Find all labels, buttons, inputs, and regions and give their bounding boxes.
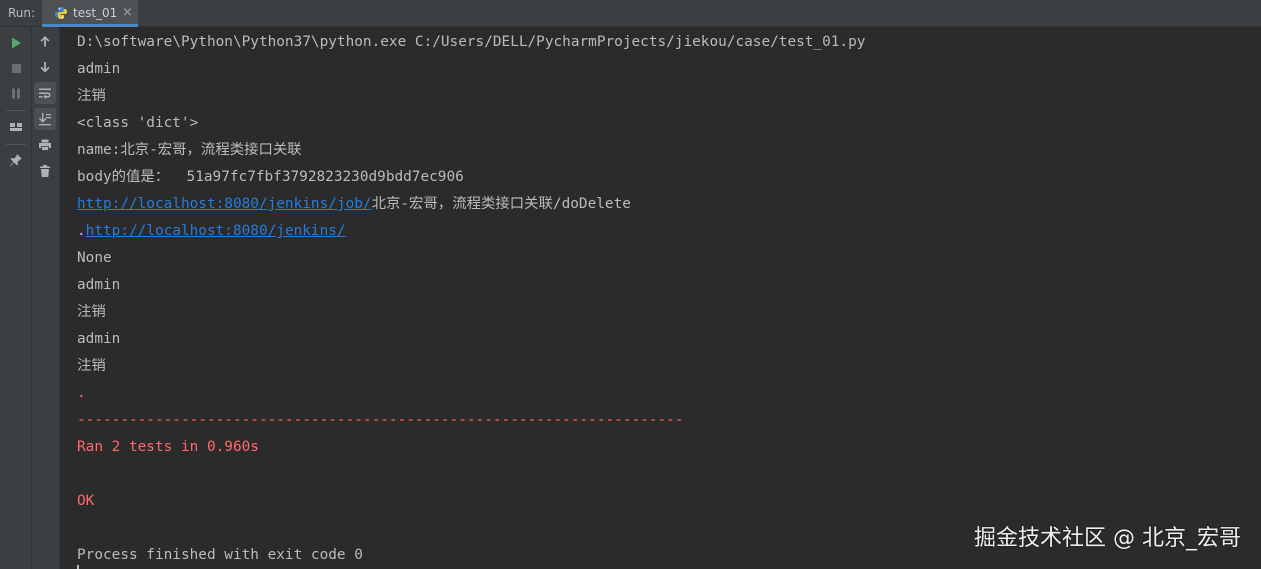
run-tab-bar: Run: test_01 × (0, 0, 1261, 27)
pause-button[interactable] (5, 82, 27, 104)
previous-occurrence-button[interactable] (34, 30, 56, 52)
pause-icon (12, 88, 20, 99)
console-line: None (77, 250, 112, 266)
python-file-icon (55, 7, 67, 19)
test-result-ok: OK (77, 493, 95, 509)
tab-test-01[interactable]: test_01 × (42, 0, 138, 27)
console-line: .http://localhost:8080/jenkins/ (77, 218, 346, 245)
rerun-icon (12, 37, 21, 49)
console-output[interactable]: D:\software\Python\Python37\python.exe C… (60, 27, 1261, 569)
pin-icon (10, 154, 22, 166)
run-label: Run: (8, 6, 36, 20)
scroll-to-end-button[interactable] (34, 108, 56, 130)
print-button[interactable] (34, 134, 56, 156)
rerun-button[interactable] (5, 32, 27, 54)
stop-button[interactable] (5, 57, 27, 79)
console-line: http://localhost:8080/jenkins/job/北京-宏哥，… (77, 191, 631, 218)
print-icon (39, 139, 51, 151)
console-line: name:北京-宏哥，流程类接口关联 (77, 142, 302, 158)
test-progress-dot: . (77, 223, 86, 239)
console-line: <class 'dict'> (77, 115, 199, 131)
layout-button[interactable] (5, 116, 27, 138)
scroll-to-end-icon (39, 113, 51, 126)
console-hyperlink[interactable]: http://localhost:8080/jenkins/job/ (77, 196, 372, 212)
console-separator: ----------------------------------------… (77, 412, 684, 428)
console-line: admin (77, 61, 121, 77)
console-line: admin (77, 331, 121, 347)
run-toolbar-secondary (32, 27, 60, 569)
watermark: 掘金技术社区 @ 北京_宏哥 (974, 526, 1241, 551)
console-hyperlink[interactable]: http://localhost:8080/jenkins/ (86, 223, 346, 239)
up-arrow-icon (40, 36, 50, 47)
console-line-text: 北京-宏哥，流程类接口关联/doDelete (371, 196, 631, 212)
console-line: 注销 (77, 358, 106, 374)
soft-wrap-button[interactable] (34, 82, 56, 104)
process-exit-message: Process finished with exit code 0 (77, 547, 363, 563)
console-line: body的值是： 51a97fc7fbf3792823230d9bdd7ec90… (77, 169, 464, 185)
toolbar-divider (6, 144, 26, 145)
next-occurrence-button[interactable] (34, 56, 56, 78)
close-icon[interactable]: × (122, 5, 133, 20)
layout-icon (10, 123, 22, 131)
console-line: admin (77, 277, 121, 293)
soft-wrap-icon (39, 88, 51, 99)
text-cursor (77, 565, 79, 569)
console-line: D:\software\Python\Python37\python.exe C… (77, 34, 866, 50)
toolbar-divider (6, 110, 26, 111)
pin-button[interactable] (5, 149, 27, 171)
console-line: 注销 (77, 88, 106, 104)
run-tool-window: Run: test_01 × D:\software\Python\Python… (0, 0, 1261, 569)
trash-icon (40, 165, 50, 177)
run-toolbar-primary (0, 27, 32, 569)
clear-all-button[interactable] (34, 160, 56, 182)
down-arrow-icon (40, 62, 50, 73)
test-summary: Ran 2 tests in 0.960s (77, 439, 259, 455)
stop-icon (12, 64, 21, 73)
tab-label: test_01 (73, 6, 118, 20)
console-line: 注销 (77, 304, 106, 320)
console-line-stderr: . (77, 385, 86, 401)
